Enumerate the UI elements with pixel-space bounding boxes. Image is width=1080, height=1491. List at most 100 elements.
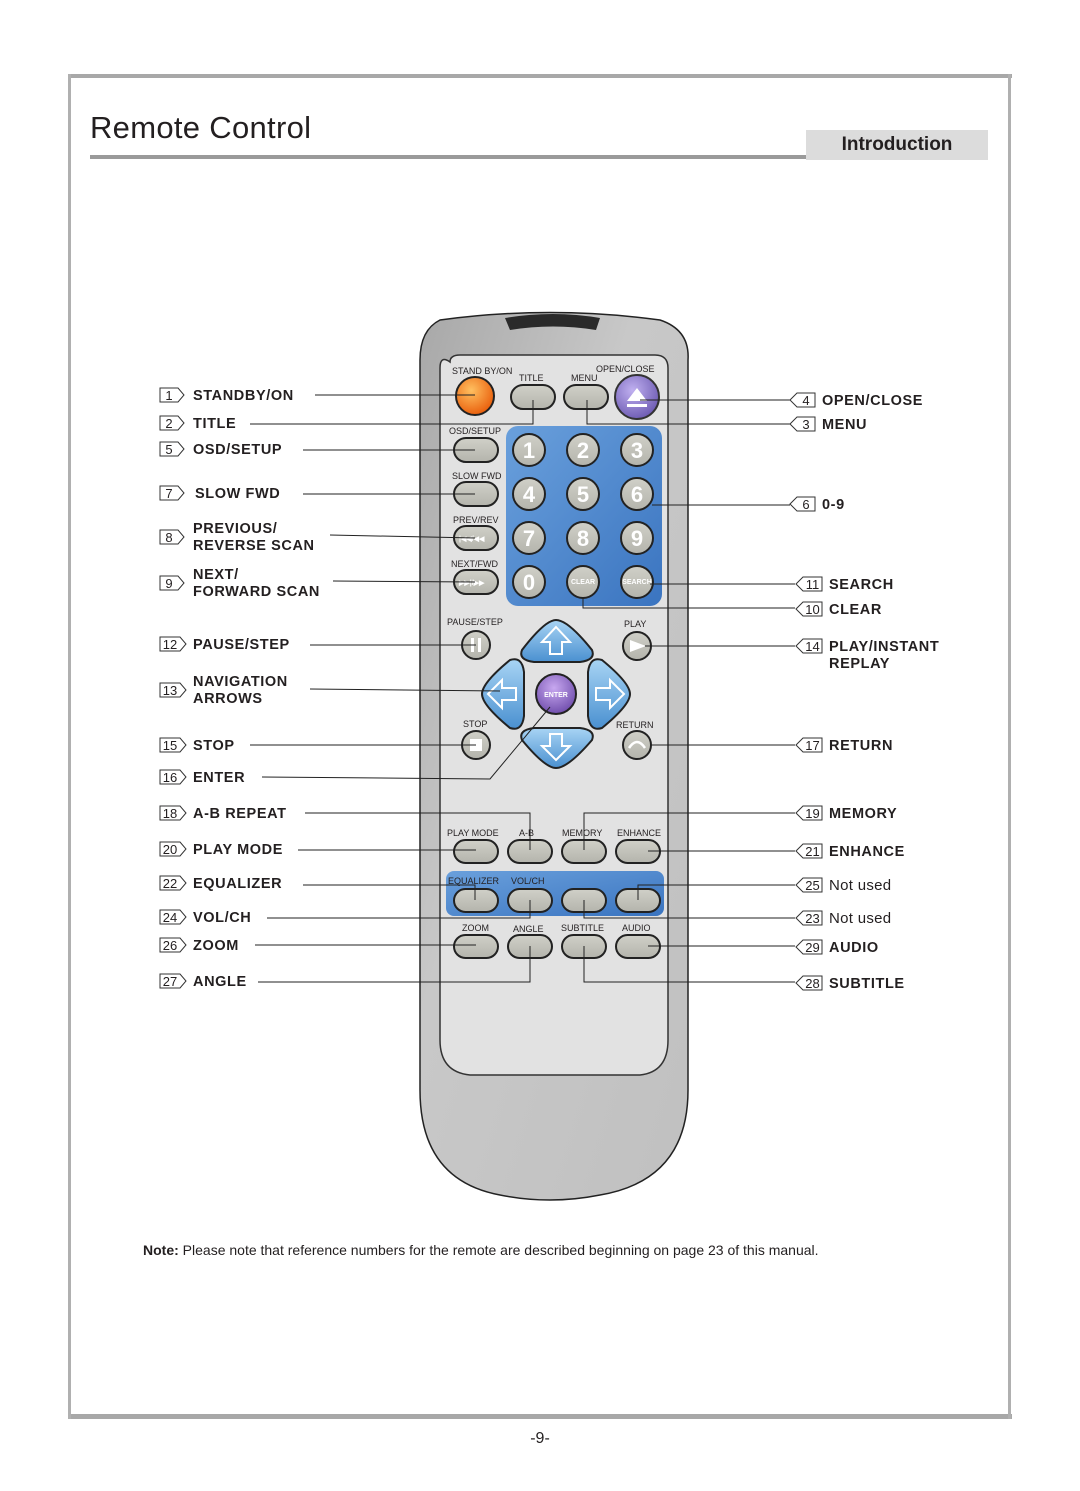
digit-4-label: 4 xyxy=(523,482,536,507)
left-callouts: 1 STANDBY/ON 2 TITLE 5 OSD/SETUP 7 SLOW FWD 8 PRE… xyxy=(159,387,320,990)
callout-label: PREVIOUS/ xyxy=(193,521,277,537)
callout-label: MEMORY xyxy=(829,806,897,822)
callout-number: 10 xyxy=(805,602,819,617)
callout-number: 17 xyxy=(805,738,819,753)
callout-left-16: 16 ENTER xyxy=(159,769,245,786)
digit-7-label: 7 xyxy=(523,526,535,551)
callout-label: SLOW FWD xyxy=(195,486,280,502)
callout-right-14: 14 PLAY/INSTANTREPLAY xyxy=(795,638,939,672)
digit-9-label: 9 xyxy=(631,526,643,551)
vol-ch-label: VOL/CH xyxy=(511,876,545,886)
callout-label: OPEN/CLOSE xyxy=(822,393,923,409)
callout-right-23: 23 Not used xyxy=(795,910,891,927)
callout-label: REVERSE SCAN xyxy=(193,538,315,554)
memory-label: MEMORY xyxy=(562,828,602,838)
callout-right-3: 3 MENU xyxy=(789,416,867,433)
callout-left-7: 7 SLOW FWD xyxy=(159,485,280,502)
menu-label: MENU xyxy=(571,373,598,383)
slow-fwd-label: SLOW FWD xyxy=(452,471,502,481)
callout-number: 13 xyxy=(163,683,177,698)
callout-right-21: 21 ENHANCE xyxy=(795,843,904,860)
callout-label: ARROWS xyxy=(193,691,263,707)
digit-8-label: 8 xyxy=(577,526,589,551)
digit-5-label: 5 xyxy=(577,482,589,507)
menu-button[interactable] xyxy=(563,384,609,410)
callout-right-17: 17 RETURN xyxy=(795,737,892,754)
callout-label: 0-9 xyxy=(822,497,845,513)
callout-number: 28 xyxy=(805,976,819,991)
search-key-label: SEARCH xyxy=(622,579,652,586)
ab-label: A-B xyxy=(519,828,534,838)
callout-label: PAUSE/STEP xyxy=(193,637,290,653)
callout-left-15: 15 STOP xyxy=(159,737,235,754)
right-callouts: 4 OPEN/CLOSE 3 MENU 6 0-9 11 SEARCH 10 CLEAR 14 PLA… xyxy=(789,392,939,992)
prev-rev-icon: |◀◀/◀◀ xyxy=(459,536,485,543)
callout-number: 24 xyxy=(163,910,177,925)
zoom-button[interactable] xyxy=(453,934,499,959)
callout-left-20: 20 PLAY MODE xyxy=(159,841,282,858)
callout-right-10: 10 CLEAR xyxy=(795,601,882,618)
callout-label: Not used xyxy=(829,877,891,894)
callout-number: 2 xyxy=(165,416,172,431)
callout-number: 27 xyxy=(163,974,177,989)
callout-left-27: 27 ANGLE xyxy=(159,973,246,990)
return-button[interactable] xyxy=(622,730,652,760)
callout-left-12: 12 PAUSE/STEP xyxy=(159,636,290,653)
page-number: -9- xyxy=(530,1430,550,1447)
callout-number: 19 xyxy=(805,806,819,821)
callout-number: 22 xyxy=(163,876,177,891)
zoom-label: ZOOM xyxy=(462,923,489,933)
callout-label: OSD/SETUP xyxy=(193,442,282,458)
callout-number: 3 xyxy=(802,417,809,432)
callout-number: 12 xyxy=(163,637,177,652)
digit-3-label: 3 xyxy=(631,438,643,463)
audio-label: AUDIO xyxy=(622,923,651,933)
callout-number: 14 xyxy=(805,639,819,654)
callout-number: 25 xyxy=(805,878,819,893)
callout-left-5: 5 OSD/SETUP xyxy=(159,441,282,458)
play-label: PLAY xyxy=(624,619,646,629)
callout-label: VOL/CH xyxy=(193,910,251,926)
callout-number: 8 xyxy=(165,530,172,545)
osd-setup-label: OSD/SETUP xyxy=(449,426,501,436)
footnote: Note: Please note that reference numbers… xyxy=(143,1242,819,1258)
play-mode-button[interactable] xyxy=(453,839,499,864)
callout-left-2: 2 TITLE xyxy=(159,415,236,432)
callout-number: 15 xyxy=(163,738,177,753)
callout-label: ZOOM xyxy=(193,938,239,954)
prev-rev-label: PREV/REV xyxy=(453,515,499,525)
angle-label: ANGLE xyxy=(513,924,544,934)
clear-key-label: CLEAR xyxy=(571,579,595,586)
enhance-label: ENHANCE xyxy=(617,828,661,838)
callout-label: Not used xyxy=(829,910,891,927)
enter-key-label: ENTER xyxy=(544,692,568,699)
callout-number: 23 xyxy=(805,911,819,926)
callout-label: TITLE xyxy=(193,416,236,432)
callout-label: MENU xyxy=(822,417,867,433)
digit-1-label: 1 xyxy=(523,438,535,463)
callout-right-19: 19 MEMORY xyxy=(795,805,897,822)
equalizer-button[interactable] xyxy=(453,888,499,913)
callout-label: STANDBY/ON xyxy=(193,388,294,404)
callout-number: 5 xyxy=(165,442,172,457)
stop-label: STOP xyxy=(463,719,487,729)
callout-label: SUBTITLE xyxy=(829,976,905,992)
callout-label: AUDIO xyxy=(829,940,879,956)
callout-left-9: 9 NEXT/FORWARD SCAN xyxy=(159,567,320,600)
callout-label: NAVIGATION xyxy=(193,674,288,690)
callout-label: CLEAR xyxy=(829,602,882,618)
callout-number: 1 xyxy=(165,388,172,403)
callout-label: REPLAY xyxy=(829,656,890,672)
callout-label: FORWARD SCAN xyxy=(193,584,320,600)
callout-label: EQUALIZER xyxy=(193,876,282,892)
callout-number: 18 xyxy=(163,806,177,821)
callout-left-26: 26 ZOOM xyxy=(159,937,239,954)
standby-button[interactable] xyxy=(455,376,495,416)
note-label: Note: xyxy=(143,1242,179,1258)
callout-left-22: 22 EQUALIZER xyxy=(159,875,282,892)
callout-label: STOP xyxy=(193,738,235,754)
callout-number: 29 xyxy=(805,940,819,955)
callout-label: ENTER xyxy=(193,770,245,786)
callout-label: NEXT/ xyxy=(193,567,239,583)
open-close-label: OPEN/CLOSE xyxy=(596,364,655,374)
